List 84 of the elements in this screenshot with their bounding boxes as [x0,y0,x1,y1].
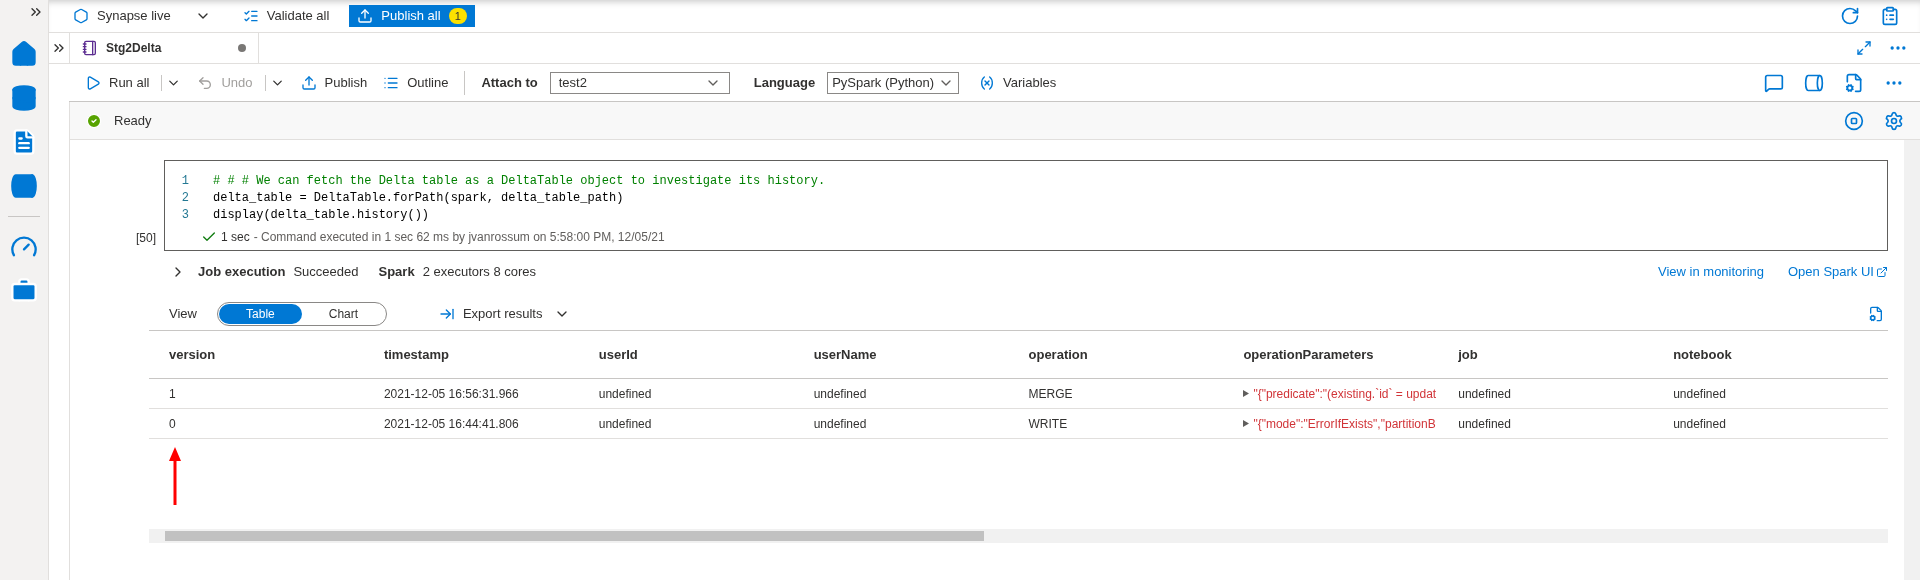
variables-button[interactable]: Variables [979,72,1057,93]
home-icon[interactable] [10,40,38,68]
job-label: Job execution [198,263,286,282]
table-cell-text: undefined [813,385,868,403]
table-cell-text: undefined [813,415,868,433]
validate-icon [242,8,259,24]
table-cell-text: MERGE [1028,385,1074,403]
upload-icon [300,74,317,91]
validate-all-button[interactable]: Validate all [234,6,338,26]
table-cell-text: undefined [1673,415,1727,433]
notebook-tab[interactable]: Stg2Delta [69,33,259,63]
table-cell-text: 0 [169,415,177,433]
view-option[interactable]: Table [218,303,302,324]
pipe-icon[interactable] [1804,72,1824,93]
spark-info: 2 executors 8 cores [422,263,537,282]
table-cell-text: 1 [169,385,177,403]
column-header[interactable]: userId [598,344,814,365]
comment-icon[interactable] [1764,72,1784,93]
table-cell: "{"mode":"ErrorIfExists","partitionB [1243,414,1459,433]
table-cell-text: undefined [598,385,653,403]
code-line: delta_table = DeltaTable.forPath(spark, delta_table_path) [213,190,624,207]
upload-icon [357,8,374,24]
column-header[interactable]: operation [1028,344,1244,365]
publish-button[interactable]: Publish [300,72,368,93]
line-number: 2 [180,190,190,207]
attach-label: Attach to [481,73,538,92]
line-number: 1 [180,173,190,190]
duration-text: 1 sec [221,229,250,246]
code-cell[interactable] [164,160,1888,251]
publish-all-button[interactable]: Publish all 1 [349,5,475,27]
variables-icon [979,74,995,91]
column-header[interactable]: userName [813,344,1029,365]
table-settings-icon[interactable] [1868,305,1884,322]
stop-icon[interactable] [1844,110,1864,131]
table-cell-text: undefined [1458,415,1512,433]
refresh-icon[interactable] [1840,6,1860,26]
notebook-icon [82,40,98,56]
table-cell-text: 2021-12-05 16:44:41.806 [383,415,520,433]
settings-icon[interactable] [1884,110,1904,131]
table-cell-text: undefined [598,415,653,433]
database-icon[interactable] [10,84,38,112]
status-text: Ready [114,111,152,130]
export-button[interactable]: Export results [438,303,571,324]
pipe-icon[interactable] [10,172,38,200]
workspace-dropdown[interactable]: Synapse live [69,6,215,26]
view-label: View [169,304,197,323]
execution-message: - Command executed in 1 sec 62 ms by jvanrossum on 5:58:00 PM, 12/05/21 [253,229,665,246]
outline-button[interactable]: Outline [383,72,449,93]
run-all-button[interactable]: Run all [85,72,150,93]
table-cell-text: 2021-12-05 16:56:31.966 [383,385,520,403]
column-header[interactable]: timestamp [383,344,599,365]
vertical-scrollbar[interactable] [1904,140,1920,580]
expand-triangle-icon[interactable] [1243,390,1250,397]
table-cell: "{"predicate":"(existing.`id` = updat [1243,384,1459,403]
external-link-icon [1876,266,1888,278]
column-header[interactable]: operationParameters [1243,344,1459,365]
spark-label: Spark [378,263,415,282]
play-icon [85,74,101,91]
annotation-arrow [169,447,181,505]
horizontal-scrollbar[interactable] [149,529,1888,543]
spark-ui-link[interactable]: Open Spark UI [1788,262,1888,282]
execution-count: [50] [135,230,157,247]
view-option[interactable]: Chart [301,303,385,324]
job-result: Succeeded [293,263,359,282]
language-label: Language [753,73,816,92]
count-badge: 1 [448,7,467,25]
table-cell-text: undefined [1458,385,1512,403]
language-dropdown[interactable]: PySpark (Python) [827,71,959,94]
code-line: display(delta_table.history()) [213,207,430,224]
properties-icon[interactable] [1844,72,1864,93]
line-number: 3 [180,207,190,224]
code-line: # # # We can fetch the Delta table as a DeltaTable object to investigate its history. [213,173,826,190]
table-cell-text: undefined [1673,385,1727,403]
toolbox-icon[interactable] [10,277,38,305]
success-icon [86,112,102,129]
table-cell-text: WRITE [1028,415,1069,433]
expand-triangle-icon[interactable] [1243,420,1250,427]
monitoring-link[interactable]: View in monitoring [1658,262,1764,282]
column-header[interactable]: version [169,344,384,365]
column-header[interactable]: notebook [1673,344,1888,365]
attach-dropdown[interactable]: test2 [549,71,730,94]
clipboard-icon[interactable] [1880,6,1900,26]
column-header[interactable]: job [1458,344,1674,365]
undo-icon [197,74,214,91]
